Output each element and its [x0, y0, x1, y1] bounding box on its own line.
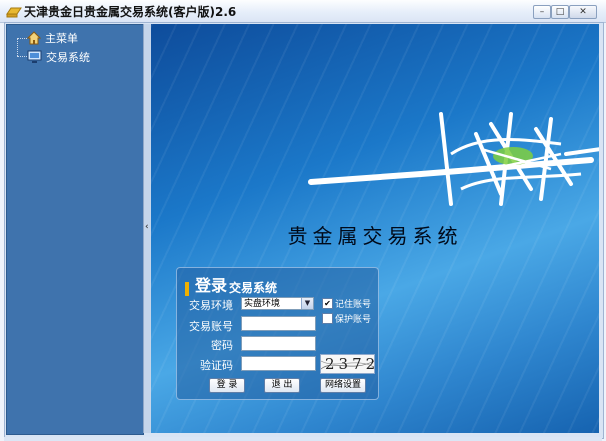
env-select[interactable]: 实盘环境 ▼ [241, 297, 314, 310]
exit-button[interactable]: 退 出 [264, 378, 300, 393]
login-heading-small: 交易系统 [229, 281, 278, 295]
protect-account-label: 保护账号 [335, 315, 372, 325]
captcha-graphic: 2372 [321, 355, 374, 373]
captcha-input[interactable] [241, 356, 316, 371]
close-button[interactable]: ✕ [569, 5, 597, 19]
sidebar-item-label: 交易系统 [46, 51, 90, 64]
account-label: 交易账号 [189, 320, 233, 333]
home-icon [27, 31, 41, 45]
chevron-down-icon[interactable]: ▼ [301, 298, 313, 309]
collapse-arrow-icon[interactable]: ‹ [145, 222, 149, 232]
window-title: 天津贵金日贵金属交易系统(客户版)2.6 [24, 5, 237, 19]
login-panel: 登录 交易系统 交易环境 实盘环境 ▼ ✔ 记住账号 交易账号 保护账号 密码 … [176, 267, 379, 400]
captcha-label: 验证码 [200, 359, 233, 372]
status-bar [4, 437, 602, 441]
sidebar-tree: 主菜单 交易系统 [6, 24, 144, 435]
main-banner: 贵金属交易系统 登录 交易系统 交易环境 实盘环境 ▼ ✔ 记住账号 交易账号 … [151, 24, 599, 433]
maximize-button[interactable]: □ [551, 5, 569, 19]
minimize-button[interactable]: – [533, 5, 551, 19]
system-title: 贵金属交易系统 [287, 224, 463, 248]
password-input[interactable] [241, 336, 316, 351]
password-label: 密码 [211, 339, 233, 352]
monitor-icon [27, 50, 42, 63]
env-label: 交易环境 [189, 299, 233, 312]
network-settings-button[interactable]: 网络设置 [320, 378, 366, 393]
captcha-text: 2372 [325, 355, 374, 373]
accent-bar [185, 282, 189, 296]
brand-logo-scribble [308, 112, 599, 206]
sidebar-item-label: 主菜单 [45, 32, 78, 45]
login-button[interactable]: 登 录 [209, 378, 245, 393]
tree-line [17, 38, 27, 39]
tree-line [17, 56, 27, 57]
env-select-value: 实盘环境 [244, 299, 281, 309]
protect-account-checkbox[interactable] [322, 313, 333, 324]
login-heading-big: 登录 [195, 276, 228, 295]
captcha-image[interactable]: 2372 [320, 354, 375, 374]
sidebar-item-main-menu[interactable]: 主菜单 [27, 29, 78, 47]
title-bar: 天津贵金日贵金属交易系统(客户版)2.6 – □ ✕ [0, 0, 606, 23]
app-gold-icon [6, 7, 22, 18]
tree-line [17, 38, 18, 56]
login-heading: 登录 交易系统 [185, 272, 277, 296]
remember-account-checkbox[interactable]: ✔ [322, 298, 333, 309]
remember-account-label: 记住账号 [335, 300, 372, 310]
sidebar-item-trading-system[interactable]: 交易系统 [27, 48, 90, 66]
account-input[interactable] [241, 316, 316, 331]
